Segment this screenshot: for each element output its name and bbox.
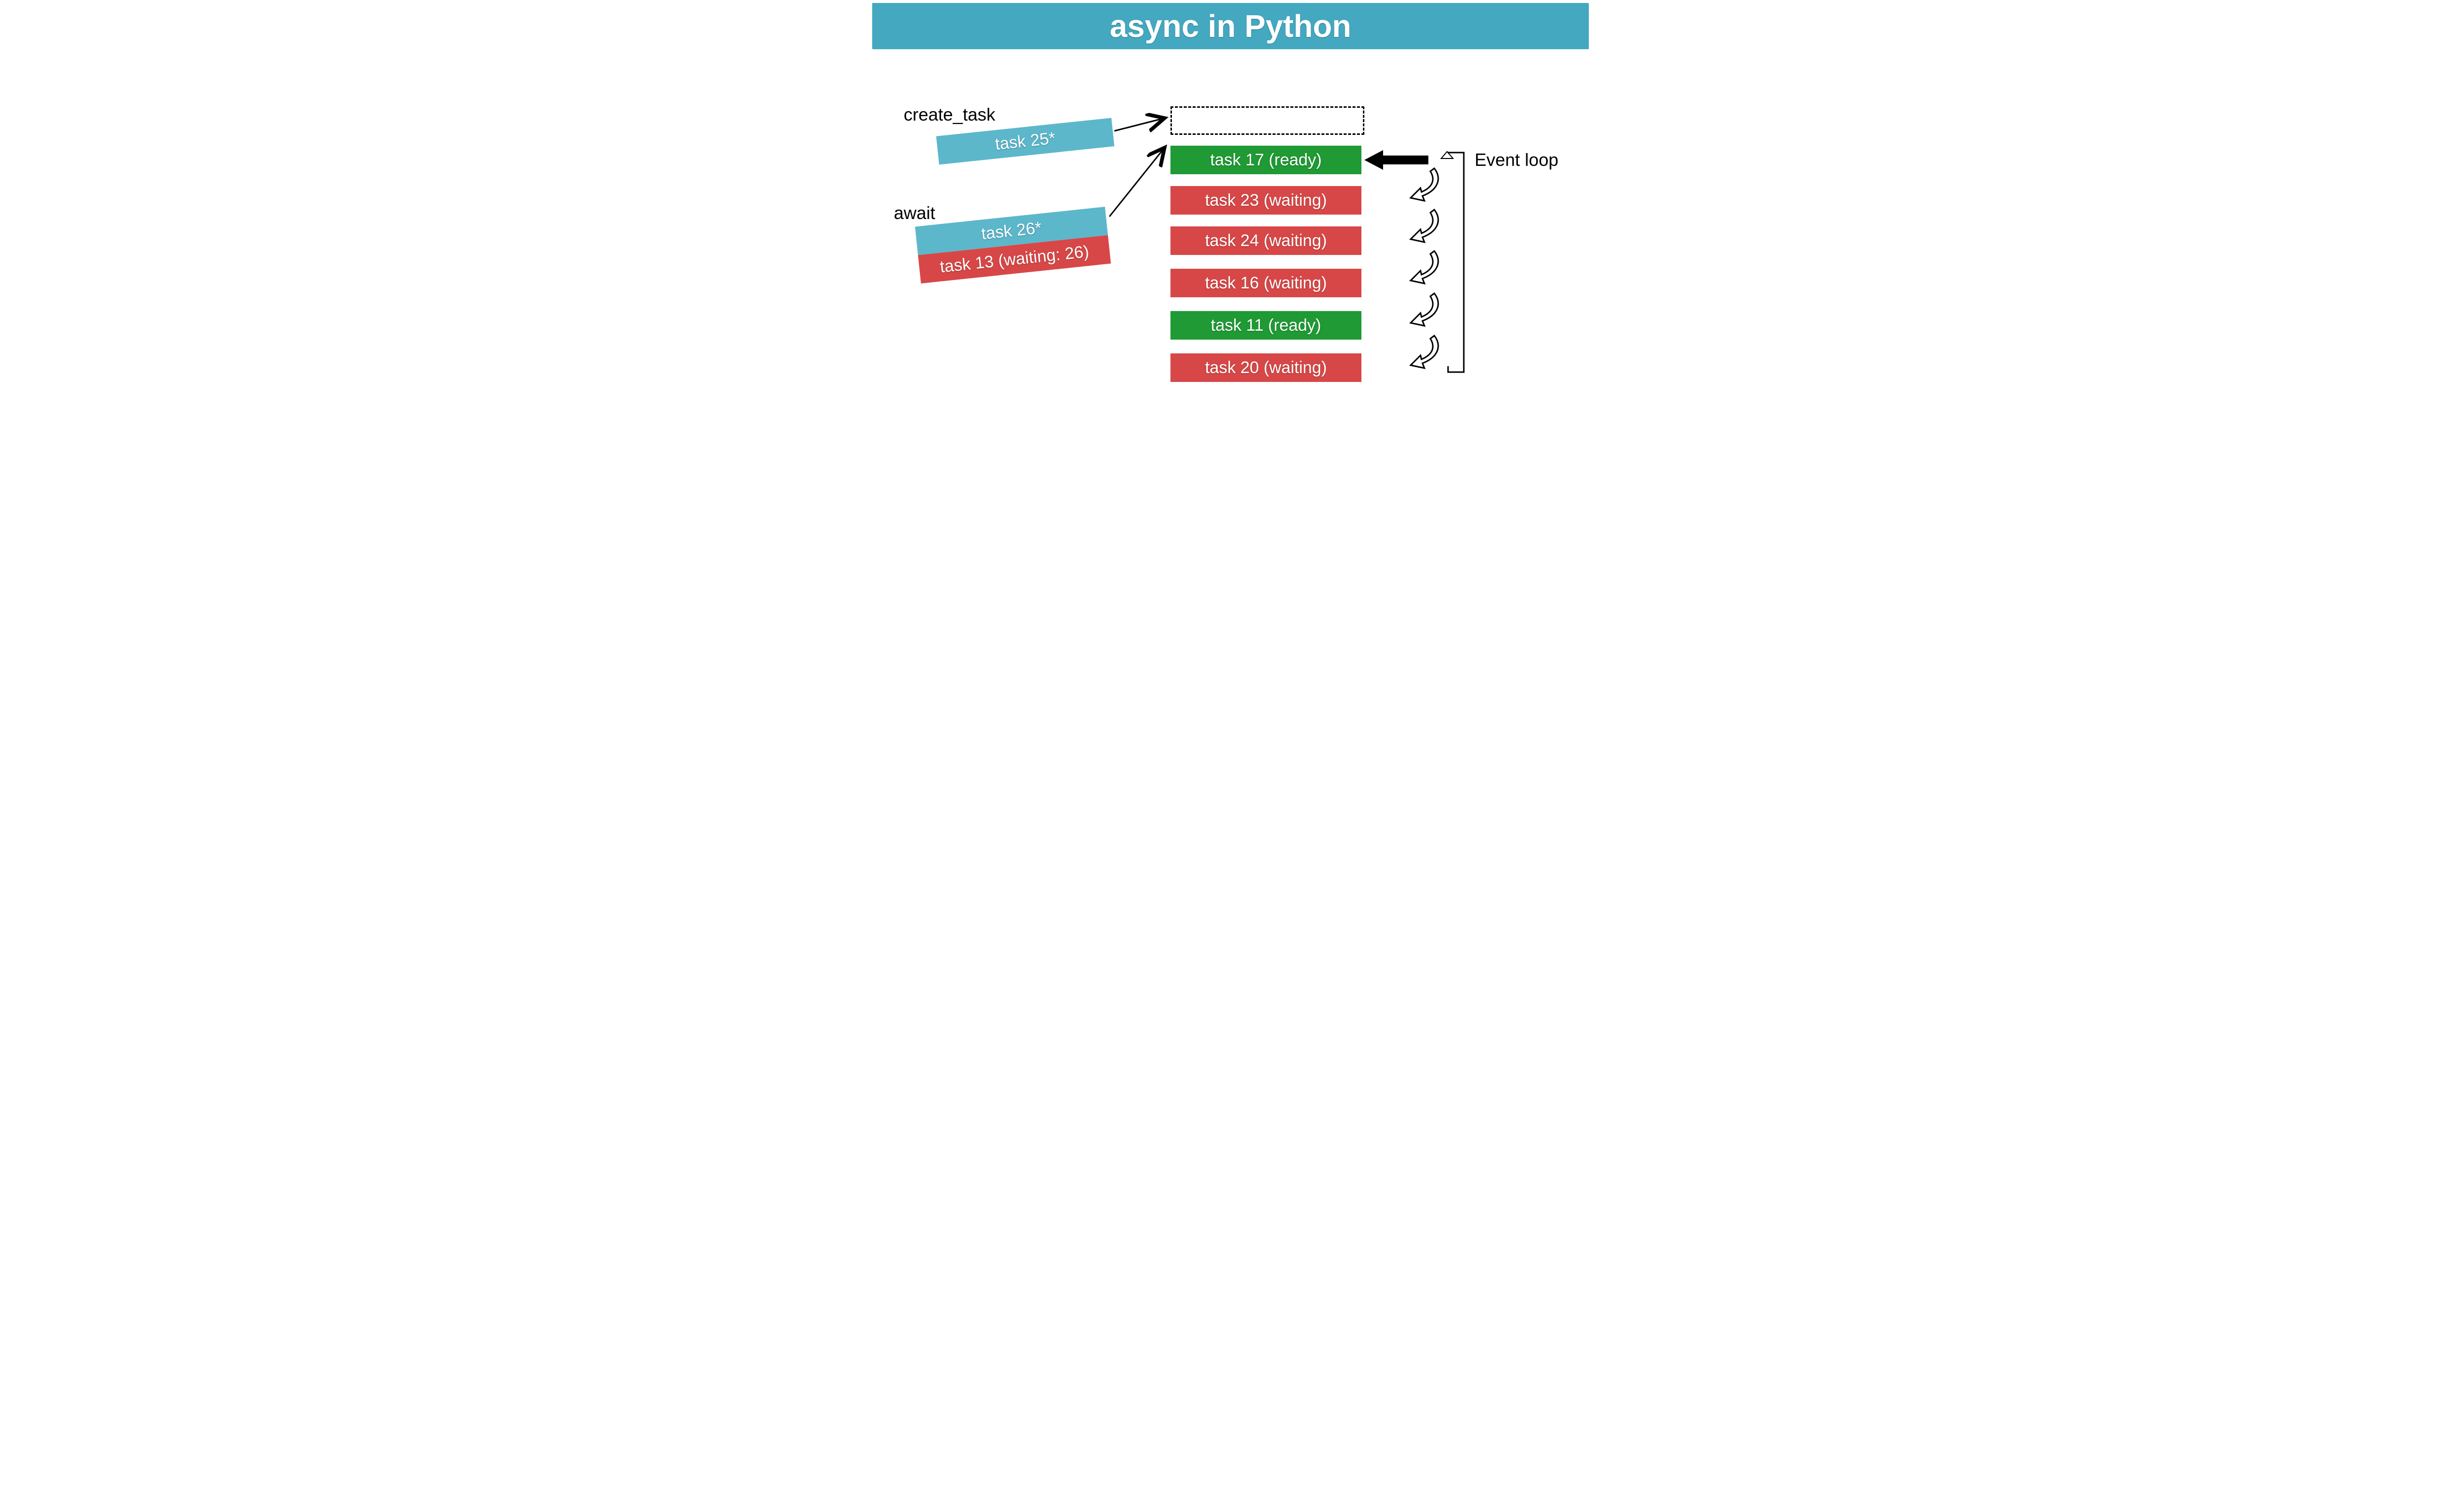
- curved-arrow-icon: [1408, 207, 1447, 245]
- arrow-await-icon: [868, 0, 1593, 407]
- curved-arrow-icon: [1408, 333, 1447, 372]
- event-loop-path-icon: [1444, 152, 1474, 378]
- curved-arrow-icon: [1408, 165, 1447, 204]
- curved-arrow-icon: [1408, 290, 1447, 330]
- diagram-stage: async in Python create_task await Event …: [868, 0, 1593, 407]
- curved-arrow-icon: [1408, 248, 1447, 287]
